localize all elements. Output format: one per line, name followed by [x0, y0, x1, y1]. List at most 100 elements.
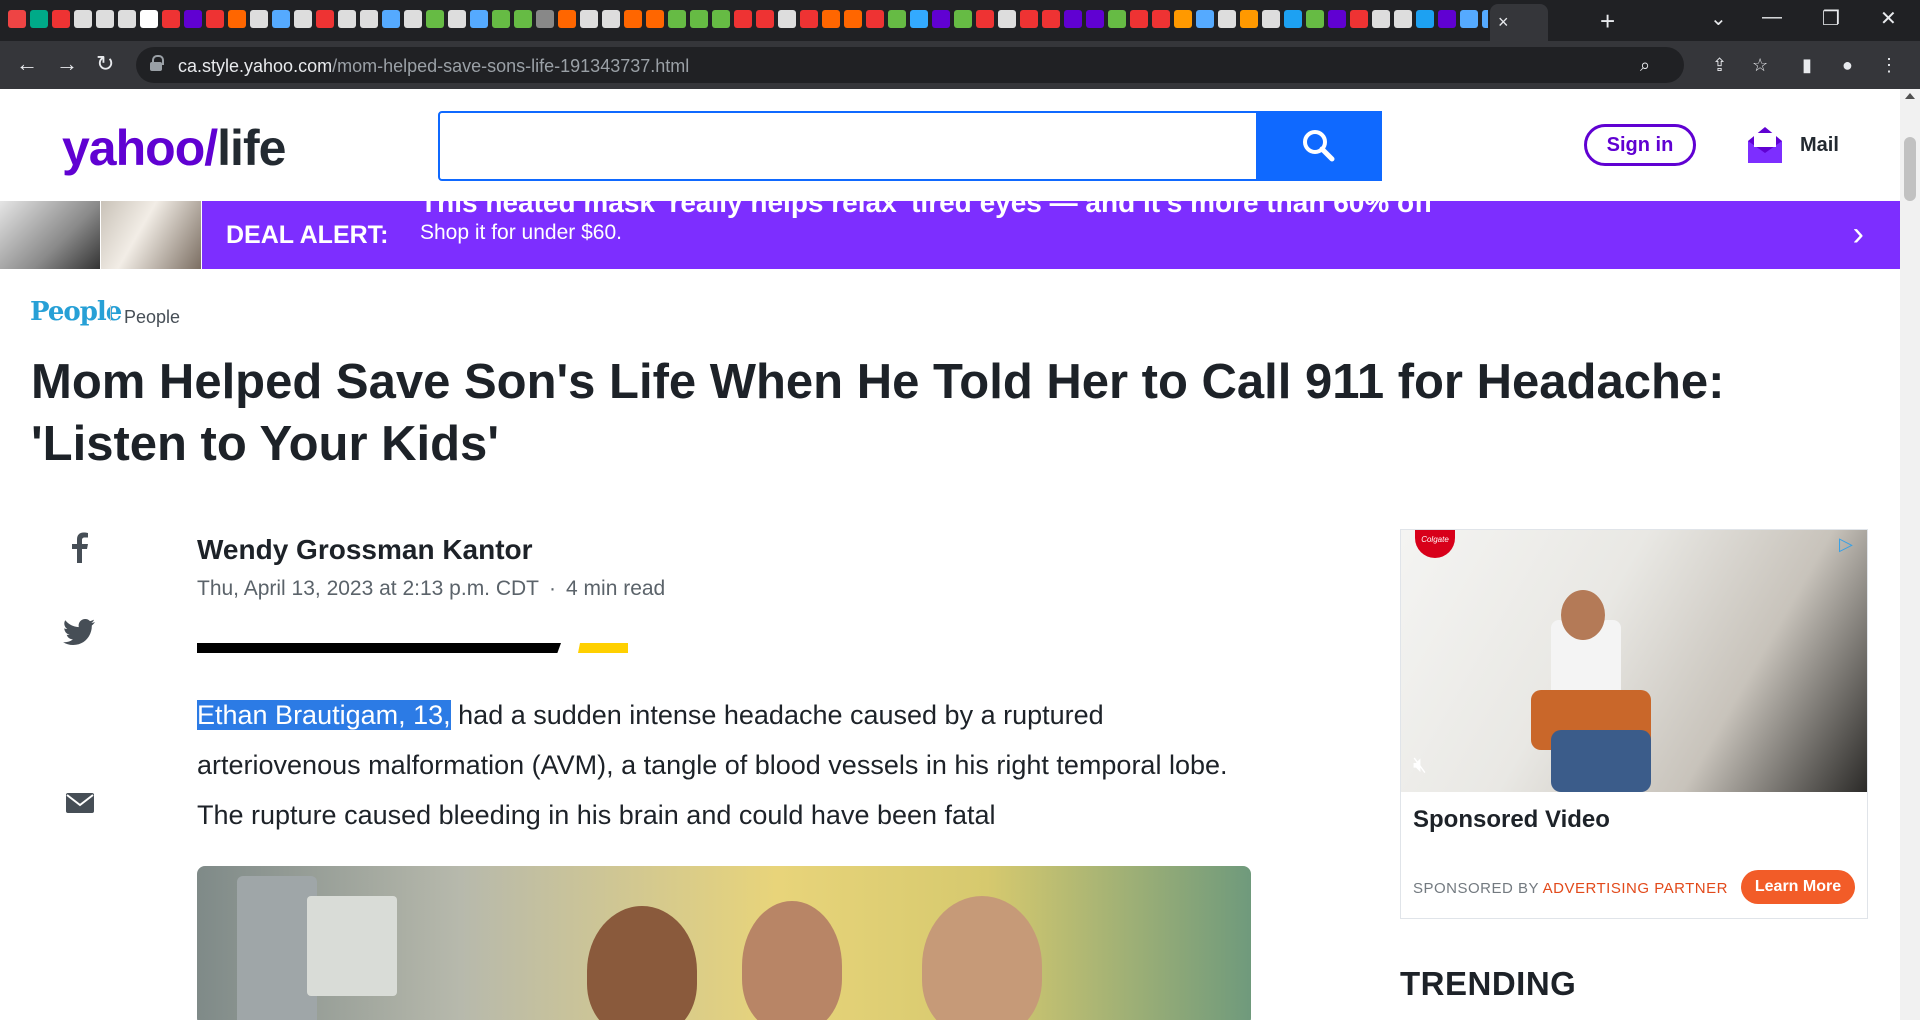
- tab-favicon-icon[interactable]: [1020, 10, 1038, 28]
- deal-headline[interactable]: This heated mask 'really helps relax' ti…: [420, 201, 1433, 219]
- address-bar[interactable]: ca.style.yahoo.com/mom-helped-save-sons-…: [136, 47, 1684, 83]
- source-name[interactable]: People: [124, 307, 180, 328]
- url-text[interactable]: ca.style.yahoo.com/mom-helped-save-sons-…: [178, 56, 689, 77]
- mail-icon[interactable]: [1746, 125, 1784, 165]
- tab-favicon-icon[interactable]: [668, 10, 686, 28]
- tab-favicon-icon[interactable]: [844, 10, 862, 28]
- ad-video[interactable]: Colgate ▷ 🔇︎: [1401, 530, 1867, 792]
- tab-close-icon[interactable]: ×: [1498, 12, 1509, 33]
- tab-favicon-icon[interactable]: [778, 10, 796, 28]
- tab-favicon-icon[interactable]: [932, 10, 950, 28]
- tab-favicon-icon[interactable]: [690, 10, 708, 28]
- tab-favicon-icon[interactable]: [1064, 10, 1082, 28]
- zoom-icon[interactable]: ⌕: [1640, 55, 1650, 76]
- tab-favicon-icon[interactable]: [294, 10, 312, 28]
- tab-favicon-icon[interactable]: [492, 10, 510, 28]
- search-input[interactable]: [438, 111, 1382, 181]
- tab-favicon-icon[interactable]: [162, 10, 180, 28]
- twitter-icon[interactable]: [62, 613, 98, 649]
- tab-favicon-icon[interactable]: [1438, 10, 1456, 28]
- tab-favicon-icon[interactable]: [1460, 10, 1478, 28]
- tab-favicon-icon[interactable]: [822, 10, 840, 28]
- profile-icon[interactable]: ●: [1842, 55, 1853, 76]
- tab-favicon-icon[interactable]: [52, 10, 70, 28]
- close-window-button[interactable]: ✕: [1880, 6, 1897, 31]
- page-scrollbar[interactable]: [1900, 89, 1920, 1020]
- sign-in-button[interactable]: Sign in: [1584, 124, 1696, 166]
- scroll-up-arrow[interactable]: [1905, 93, 1915, 99]
- tab-favicon-icon[interactable]: [382, 10, 400, 28]
- lock-icon[interactable]: [150, 55, 164, 71]
- deal-alert-banner[interactable]: DEAL ALERT: This heated mask 'really hel…: [0, 201, 1900, 269]
- tab-favicon-icon[interactable]: [976, 10, 994, 28]
- ad-title[interactable]: Sponsored Video: [1413, 806, 1610, 834]
- tab-favicon-icon[interactable]: [1394, 10, 1412, 28]
- tab-favicon-icon[interactable]: [1306, 10, 1324, 28]
- tab-favicon-icon[interactable]: [998, 10, 1016, 28]
- new-tab-button[interactable]: +: [1600, 6, 1615, 37]
- tab-favicon-icon[interactable]: [8, 10, 26, 28]
- tab-favicon-icon[interactable]: [1218, 10, 1236, 28]
- forward-icon[interactable]: →: [56, 51, 78, 77]
- search-button[interactable]: [1256, 111, 1382, 181]
- tab-favicon-icon[interactable]: [1482, 10, 1488, 28]
- tab-favicon-icon[interactable]: [602, 10, 620, 28]
- chevron-right-icon[interactable]: ›: [1853, 215, 1864, 254]
- deal-lifestyle-image[interactable]: [101, 201, 201, 269]
- tab-favicon-icon[interactable]: [1086, 10, 1104, 28]
- tab-favicon-icon[interactable]: [756, 10, 774, 28]
- article-photo[interactable]: [197, 866, 1251, 1020]
- tab-favicon-icon[interactable]: [1416, 10, 1434, 28]
- active-tab[interactable]: ×: [1490, 4, 1548, 41]
- source-logo[interactable]: People: [30, 297, 122, 327]
- tab-favicon-icon[interactable]: [338, 10, 356, 28]
- tab-favicon-icon[interactable]: [624, 10, 642, 28]
- tab-favicon-icon[interactable]: [184, 10, 202, 28]
- tab-favicon-icon[interactable]: [646, 10, 664, 28]
- tab-favicon-icon[interactable]: [316, 10, 334, 28]
- tab-favicon-icon[interactable]: [250, 10, 268, 28]
- tab-favicon-icon[interactable]: [580, 10, 598, 28]
- article-author[interactable]: Wendy Grossman Kantor: [197, 534, 533, 566]
- tab-favicon-icon[interactable]: [734, 10, 752, 28]
- tab-favicon-icon[interactable]: [910, 10, 928, 28]
- facebook-icon[interactable]: [62, 529, 98, 565]
- tab-favicon-icon[interactable]: [96, 10, 114, 28]
- deal-product-image[interactable]: [0, 201, 100, 269]
- tab-favicon-icon[interactable]: [470, 10, 488, 28]
- tab-favicon-icon[interactable]: [140, 10, 158, 28]
- tab-favicon-icon[interactable]: [118, 10, 136, 28]
- yahoo-life-logo[interactable]: yahoo/life: [62, 119, 286, 177]
- tab-favicon-icon[interactable]: [1240, 10, 1258, 28]
- tab-favicon-icon[interactable]: [1262, 10, 1280, 28]
- tab-favicon-icon[interactable]: [888, 10, 906, 28]
- tab-favicon-icon[interactable]: [30, 10, 48, 28]
- tab-favicon-icon[interactable]: [1042, 10, 1060, 28]
- learn-more-button[interactable]: Learn More: [1741, 870, 1855, 904]
- tab-favicon-icon[interactable]: [1284, 10, 1302, 28]
- tab-favicon-icon[interactable]: [272, 10, 290, 28]
- share-icon[interactable]: ⇪: [1712, 55, 1727, 76]
- side-panel-icon[interactable]: ▮: [1802, 55, 1812, 76]
- reload-icon[interactable]: ↻: [96, 51, 114, 77]
- tab-search-icon[interactable]: ⌄: [1710, 6, 1727, 31]
- tab-favicon-icon[interactable]: [426, 10, 444, 28]
- tab-favicon-icon[interactable]: [712, 10, 730, 28]
- tab-favicon-icon[interactable]: [1174, 10, 1192, 28]
- tab-favicon-icon[interactable]: [1350, 10, 1368, 28]
- tab-favicon-icon[interactable]: [1130, 10, 1148, 28]
- tab-favicon-icon[interactable]: [360, 10, 378, 28]
- sponsored-video-ad[interactable]: Colgate ▷ 🔇︎ Sponsored Video SPONSORED B…: [1400, 529, 1868, 919]
- tab-favicon-icon[interactable]: [1328, 10, 1346, 28]
- menu-icon[interactable]: ⋮: [1880, 55, 1898, 76]
- maximize-button[interactable]: ❐: [1822, 6, 1840, 31]
- tab-favicon-icon[interactable]: [448, 10, 466, 28]
- tab-favicon-icon[interactable]: [954, 10, 972, 28]
- scroll-thumb[interactable]: [1904, 137, 1916, 201]
- tab-favicon-icon[interactable]: [404, 10, 422, 28]
- back-icon[interactable]: ←: [16, 51, 38, 77]
- tab-favicon-icon[interactable]: [514, 10, 532, 28]
- deal-subline[interactable]: Shop it for under $60.: [420, 221, 622, 245]
- tab-favicon-icon[interactable]: [866, 10, 884, 28]
- tab-favicon-icon[interactable]: [1196, 10, 1214, 28]
